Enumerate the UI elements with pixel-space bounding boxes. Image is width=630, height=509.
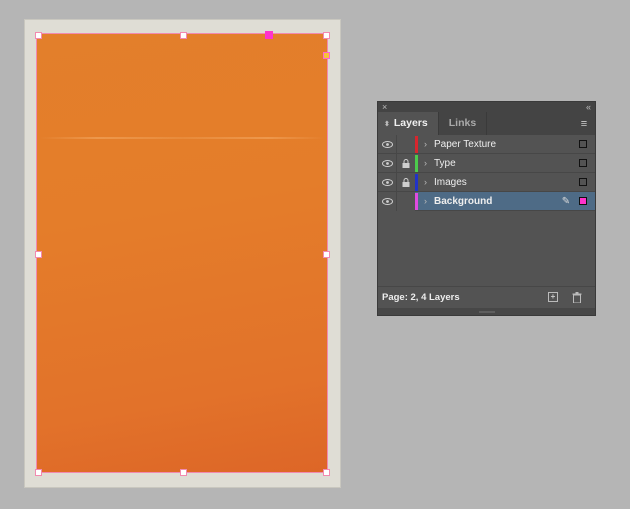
selection-square-icon[interactable] <box>579 197 587 205</box>
layer-row-images[interactable]: › Images <box>378 172 595 192</box>
handle-frame-option[interactable] <box>323 52 330 59</box>
layer-row-type[interactable]: › Type <box>378 153 595 173</box>
status-text: Page: 2, 4 Layers <box>382 291 460 303</box>
resize-grip[interactable] <box>378 308 595 315</box>
layers-panel: × « ⬍ Layers Links ≡ › Paper Texture › T… <box>377 101 596 316</box>
tab-layers-label: Layers <box>393 117 428 129</box>
layer-row-paper-texture[interactable]: › Paper Texture <box>378 134 595 154</box>
lock-toggle-empty[interactable] <box>397 135 415 154</box>
eye-icon[interactable] <box>378 172 397 192</box>
selection-square-icon[interactable] <box>579 140 587 148</box>
pen-icon: ✎ <box>561 195 571 207</box>
new-layer-button[interactable]: + <box>547 291 559 303</box>
handle-bottom-left[interactable] <box>35 469 42 476</box>
chevron-right-icon[interactable]: › <box>424 196 434 206</box>
layer-list: › Paper Texture › Type › Images › Backgr… <box>378 134 595 211</box>
updown-icon: ⬍ <box>384 121 390 128</box>
chevron-right-icon[interactable]: › <box>424 158 434 168</box>
selection-square-icon[interactable] <box>579 159 587 167</box>
chevron-right-icon[interactable]: › <box>424 177 434 187</box>
trash-icon <box>572 291 582 303</box>
layer-color-swatch <box>415 192 418 210</box>
new-layer-icon: + <box>548 292 558 302</box>
layer-name: Background <box>434 195 493 207</box>
lock-toggle-empty[interactable] <box>397 191 415 211</box>
handle-middle-left[interactable] <box>35 251 42 258</box>
panel-titlebar: × « <box>378 102 595 112</box>
eye-icon[interactable] <box>378 134 397 154</box>
eye-icon[interactable] <box>378 191 397 211</box>
handle-top-right[interactable] <box>323 32 330 39</box>
panel-menu-icon[interactable]: ≡ <box>573 112 595 135</box>
tab-links[interactable]: Links <box>439 112 488 135</box>
handle-top-center[interactable] <box>180 32 187 39</box>
paper-texture-mark <box>40 137 325 139</box>
eye-icon[interactable] <box>378 153 397 173</box>
tab-layers[interactable]: ⬍ Layers <box>378 112 439 135</box>
handle-bottom-center[interactable] <box>180 469 187 476</box>
delete-layer-button[interactable] <box>571 291 583 303</box>
handle-bottom-right[interactable] <box>323 469 330 476</box>
handle-pink-anchor[interactable] <box>265 31 273 39</box>
layer-color-swatch <box>415 154 418 172</box>
collapse-icon[interactable]: « <box>586 102 591 112</box>
panel-footer: Page: 2, 4 Layers + <box>378 286 595 307</box>
layer-row-background[interactable]: › Background ✎ <box>378 191 595 211</box>
chevron-right-icon[interactable]: › <box>424 139 434 149</box>
layer-name: Type <box>434 157 456 169</box>
lock-icon[interactable] <box>397 154 415 173</box>
close-icon[interactable]: × <box>382 102 387 112</box>
panel-tabs: ⬍ Layers Links ≡ <box>378 112 595 135</box>
layer-name: Images <box>434 176 467 188</box>
layer-name: Paper Texture <box>434 138 497 150</box>
handle-middle-right[interactable] <box>323 251 330 258</box>
tab-links-label: Links <box>448 117 477 129</box>
lock-icon[interactable] <box>397 173 415 192</box>
layer-color-swatch <box>415 135 418 153</box>
background-frame[interactable] <box>36 33 328 473</box>
handle-top-left[interactable] <box>35 32 42 39</box>
selection-square-icon[interactable] <box>579 178 587 186</box>
layer-color-swatch <box>415 173 418 191</box>
